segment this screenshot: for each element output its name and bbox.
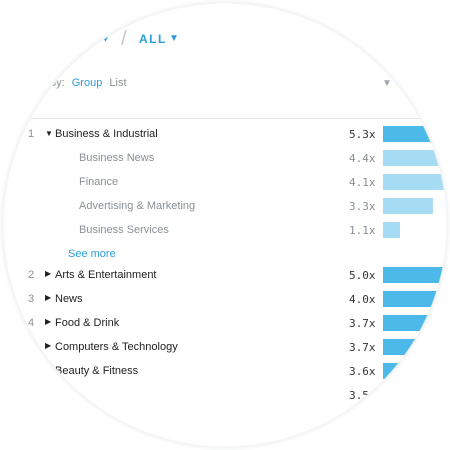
sort-caret-icon[interactable]: ▼ [382, 78, 392, 89]
index-value: 1.1x [349, 224, 376, 237]
category-row[interactable]: ▶ Computers & Technology 3.7x [0, 339, 450, 357]
chevron-down-icon[interactable]: ▾ [103, 34, 108, 45]
category-label: Business News [79, 152, 155, 164]
expand-triangle-icon[interactable]: ▶ [45, 317, 51, 326]
index-bar [383, 174, 445, 190]
category-label: Computers & Technology [55, 341, 178, 353]
category-row[interactable]: 1 ▼ Business & Industrial 5.3x [0, 126, 450, 144]
category-label: Beauty & Fitness [55, 365, 139, 377]
index-value: 4.1x [349, 176, 376, 189]
index-bar [383, 387, 436, 403]
subcategory-row[interactable]: Business Services 1.1x [0, 222, 450, 240]
index-bar [383, 198, 433, 214]
rank-number: 2 [28, 269, 35, 281]
rank-number: 3 [28, 293, 35, 305]
view-toggle-label: by: [50, 77, 65, 89]
category-label: News [55, 293, 83, 305]
subcategory-row[interactable]: Finance 4.1x [0, 174, 450, 192]
page-title: ESTS [118, 0, 176, 15]
index-value: 3.7x [349, 341, 376, 354]
index-bar [383, 291, 443, 307]
subcategory-row[interactable]: Business News 4.4x [0, 150, 450, 168]
view-toggle: by: Group List [50, 77, 127, 89]
index-value: 5.0x [349, 269, 376, 282]
index-value: 3.6x [349, 365, 376, 378]
expand-triangle-icon[interactable]: ▶ [45, 341, 51, 350]
category-label: Business & Industrial [55, 128, 158, 140]
index-bar [383, 339, 439, 355]
index-bar [383, 363, 437, 379]
expand-triangle-icon[interactable]: ▶ [45, 269, 51, 278]
category-label: Business Services [79, 224, 169, 236]
category-label: Finance [79, 176, 119, 188]
rank-number: 1 [28, 128, 35, 140]
view-list-option[interactable]: List [109, 77, 126, 89]
subcategory-row[interactable]: Advertising & Marketing 3.3x [0, 198, 450, 216]
view-group-option[interactable]: Group [72, 77, 103, 89]
divider [0, 118, 450, 119]
caret-down-icon[interactable]: ▼ [169, 33, 179, 44]
index-value: 4.0x [349, 293, 376, 306]
index-value: 4.4x [349, 152, 376, 165]
category-row[interactable]: 3 ▶ News 4.0x [0, 291, 450, 309]
interests-panel: ESTS ▾ / ALL ▼ by: Group List ▼ 1 ▼ Busine… [0, 0, 450, 450]
category-label: Advertising & Marketing [79, 200, 196, 212]
index-value: 3.7x [349, 317, 376, 330]
index-bar [383, 126, 450, 142]
rank-number: 4 [28, 317, 35, 329]
category-row[interactable]: Beauty & Fitness 3.6x [0, 363, 450, 381]
category-row[interactable]: 4 ▶ Food & Drink 3.7x [0, 315, 450, 333]
breadcrumb-all-dropdown[interactable]: ALL [139, 32, 167, 46]
breadcrumb-separator: / [121, 28, 127, 50]
index-value: 3.5 [349, 389, 369, 402]
index-bar [383, 222, 400, 238]
index-bar [383, 150, 449, 166]
index-bar [383, 267, 450, 283]
index-bar [383, 315, 439, 331]
category-row[interactable]: 2 ▶ Arts & Entertainment 5.0x [0, 267, 450, 285]
category-label: Food & Drink [55, 317, 120, 329]
index-value: 5.3x [349, 128, 376, 141]
index-value: 3.3x [349, 200, 376, 213]
expand-triangle-icon[interactable]: ▶ [45, 293, 51, 302]
see-more-link[interactable]: See more [68, 248, 116, 260]
collapse-triangle-icon[interactable]: ▼ [45, 129, 53, 138]
category-label: Arts & Entertainment [55, 269, 157, 281]
category-row[interactable]: 3.5 [0, 387, 450, 405]
